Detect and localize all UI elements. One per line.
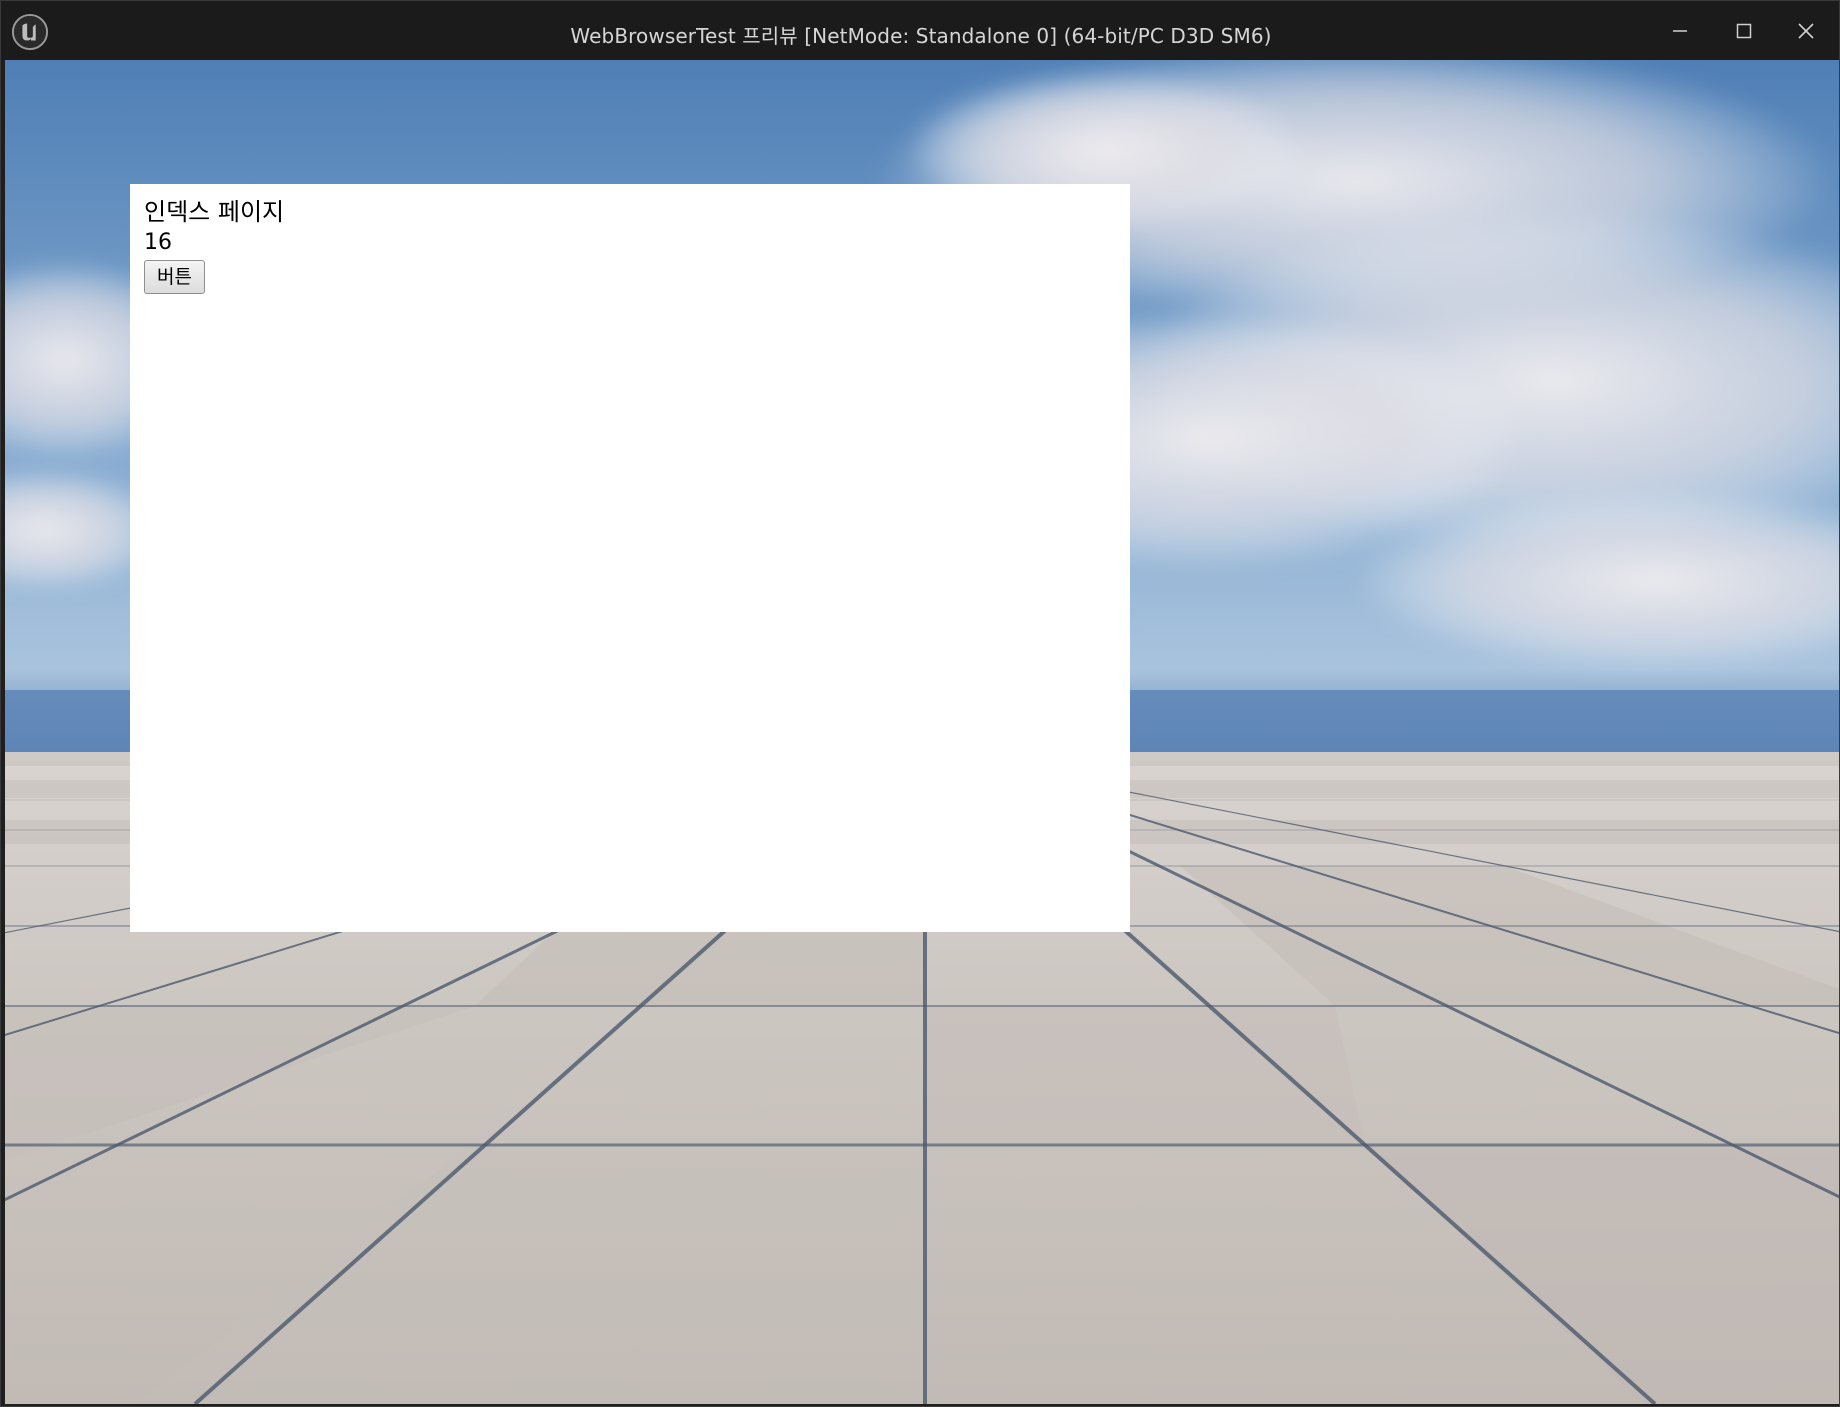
maximize-button[interactable] [1713, 1, 1775, 60]
window-title: WebBrowserTest 프리뷰 [NetMode: Standalone … [570, 24, 1272, 48]
close-button[interactable] [1775, 1, 1837, 60]
web-browser-widget[interactable]: 인덱스 페이지 16 버튼 [130, 184, 1130, 932]
game-viewport[interactable]: 인덱스 페이지 16 버튼 [5, 60, 1839, 1404]
maximize-icon [1736, 23, 1752, 38]
web-page-content: 인덱스 페이지 16 버튼 [130, 184, 1130, 932]
minimize-icon [1673, 29, 1687, 32]
close-icon [1798, 22, 1814, 39]
title-bar[interactable]: WebBrowserTest 프리뷰 [NetMode: Standalone … [1, 1, 1839, 60]
game-window: WebBrowserTest 프리뷰 [NetMode: Standalone … [0, 0, 1840, 1407]
counter-value: 16 [144, 230, 172, 255]
page-button[interactable]: 버튼 [144, 260, 205, 294]
minimize-button[interactable] [1649, 1, 1711, 60]
page-heading: 인덱스 페이지 [144, 198, 285, 226]
